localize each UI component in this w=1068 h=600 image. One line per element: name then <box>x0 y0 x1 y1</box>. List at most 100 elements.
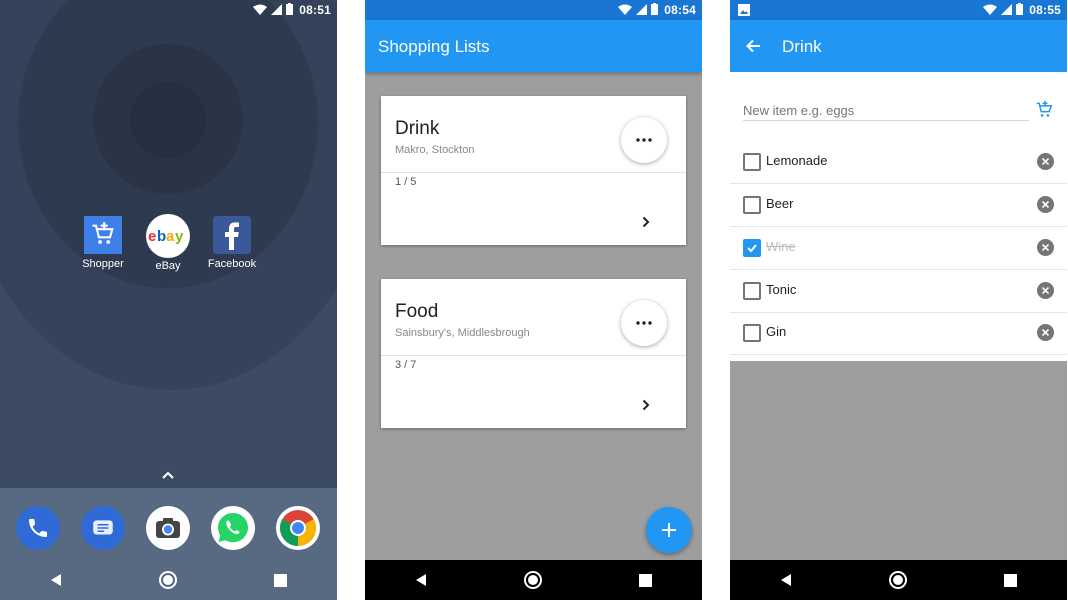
home-nav-icon[interactable] <box>888 570 908 590</box>
home-nav-icon[interactable] <box>158 570 178 590</box>
status-icons <box>253 3 293 15</box>
app-label: Facebook <box>207 258 257 270</box>
list-name: Food <box>395 301 439 322</box>
image-notification-icon <box>738 4 750 16</box>
nav-bar <box>730 560 1067 600</box>
item-checkbox[interactable] <box>743 196 761 214</box>
list-item[interactable]: Beer <box>730 184 1067 227</box>
delete-item-button[interactable] <box>1037 239 1054 256</box>
nav-bar <box>365 560 702 600</box>
app-ebay[interactable]: e b a y eBay <box>138 214 198 272</box>
whatsapp-icon[interactable] <box>211 506 255 550</box>
app-drawer-chevron-icon[interactable] <box>161 470 175 480</box>
more-horizontal-icon <box>636 138 652 142</box>
app-shopper[interactable]: Shopper <box>73 216 133 270</box>
battery-icon <box>1016 3 1023 15</box>
delete-item-button[interactable] <box>1037 324 1054 341</box>
delete-item-button[interactable] <box>1037 282 1054 299</box>
delete-item-button[interactable] <box>1037 196 1054 213</box>
divider <box>381 355 686 356</box>
divider <box>381 172 686 173</box>
list-item[interactable]: Gin <box>730 312 1067 355</box>
nav-bar <box>0 560 337 600</box>
item-checkbox[interactable] <box>743 239 761 257</box>
svg-text:a: a <box>166 228 175 244</box>
wallpaper-ring-center <box>130 82 206 158</box>
more-horizontal-icon <box>636 321 652 325</box>
list-card-food[interactable]: Food Sainsbury's, Middlesbrough 3 / 7 <box>381 279 686 428</box>
more-options-button[interactable] <box>621 300 667 346</box>
back-nav-icon[interactable] <box>776 570 796 590</box>
status-icons <box>618 3 658 15</box>
app-bar: Drink <box>730 20 1067 72</box>
list-item[interactable]: Lemonade <box>730 141 1067 184</box>
add-to-cart-icon[interactable] <box>1035 100 1055 120</box>
home-screen: 08:51 Shopper e b a y eBay Facebook <box>0 0 337 600</box>
app-facebook[interactable]: Facebook <box>202 216 262 270</box>
status-time: 08:54 <box>664 3 696 17</box>
recents-nav-icon[interactable] <box>271 570 291 590</box>
item-checkbox[interactable] <box>743 153 761 171</box>
chrome-icon[interactable] <box>276 506 320 550</box>
svg-text:e: e <box>148 228 156 244</box>
list-progress: 1 / 5 <box>395 176 417 188</box>
svg-text:y: y <box>175 228 184 244</box>
item-checkbox[interactable] <box>743 282 761 300</box>
battery-icon <box>651 3 658 15</box>
recents-nav-icon[interactable] <box>636 570 656 590</box>
status-time: 08:51 <box>299 3 331 17</box>
status-icons <box>983 3 1023 15</box>
messages-icon[interactable] <box>81 506 125 550</box>
battery-icon <box>286 3 293 15</box>
ebay-logo-icon: e b a y <box>146 214 190 258</box>
phone-icon[interactable] <box>16 506 60 550</box>
wifi-icon <box>983 4 997 15</box>
app-label: eBay <box>155 260 181 272</box>
status-time: 08:55 <box>1029 3 1061 17</box>
close-icon <box>1042 201 1049 208</box>
item-label: Wine <box>766 239 796 254</box>
signal-icon <box>271 3 282 15</box>
app-bar: Shopping Lists <box>365 20 702 72</box>
close-icon <box>1042 287 1049 294</box>
list-item[interactable]: Wine <box>730 227 1067 270</box>
svg-text:b: b <box>157 228 166 244</box>
item-label: Gin <box>766 324 787 339</box>
back-arrow-icon[interactable] <box>746 39 761 53</box>
plus-icon <box>662 523 676 537</box>
check-icon <box>747 244 757 253</box>
item-list-panel: Lemonade Beer Wine Tonic Gin <box>730 72 1067 361</box>
recents-nav-icon[interactable] <box>1001 570 1021 590</box>
new-item-input[interactable] <box>743 100 1029 121</box>
status-bar: 08:54 <box>365 0 702 20</box>
chevron-right-icon[interactable] <box>642 216 650 228</box>
page-title: Shopping Lists <box>378 37 490 56</box>
item-label: Lemonade <box>766 153 828 168</box>
list-progress: 3 / 7 <box>395 359 417 371</box>
back-nav-icon[interactable] <box>411 570 431 590</box>
more-options-button[interactable] <box>621 117 667 163</box>
home-nav-icon[interactable] <box>523 570 543 590</box>
add-list-button[interactable] <box>646 507 692 553</box>
cart-plus-icon <box>84 216 122 254</box>
wifi-icon <box>253 4 267 15</box>
back-nav-icon[interactable] <box>46 570 66 590</box>
item-label: Beer <box>766 196 794 211</box>
status-bar: 08:55 <box>730 0 1067 20</box>
list-item[interactable]: Tonic <box>730 270 1067 313</box>
close-icon <box>1042 329 1049 336</box>
item-checkbox[interactable] <box>743 324 761 342</box>
delete-item-button[interactable] <box>1037 153 1054 170</box>
list-store: Sainsbury's, Middlesbrough <box>395 327 530 339</box>
list-card-drink[interactable]: Drink Makro, Stockton 1 / 5 <box>381 96 686 245</box>
page-title: Drink <box>782 37 822 56</box>
camera-icon[interactable] <box>146 506 190 550</box>
list-store: Makro, Stockton <box>395 144 475 156</box>
signal-icon <box>636 3 647 15</box>
wifi-icon <box>618 4 632 15</box>
item-label: Tonic <box>766 282 797 297</box>
chevron-right-icon[interactable] <box>642 399 650 411</box>
shopping-lists-screen: 08:54 Shopping Lists Drink Makro, Stockt… <box>365 0 702 600</box>
signal-icon <box>1001 3 1012 15</box>
facebook-logo-icon <box>213 216 251 254</box>
